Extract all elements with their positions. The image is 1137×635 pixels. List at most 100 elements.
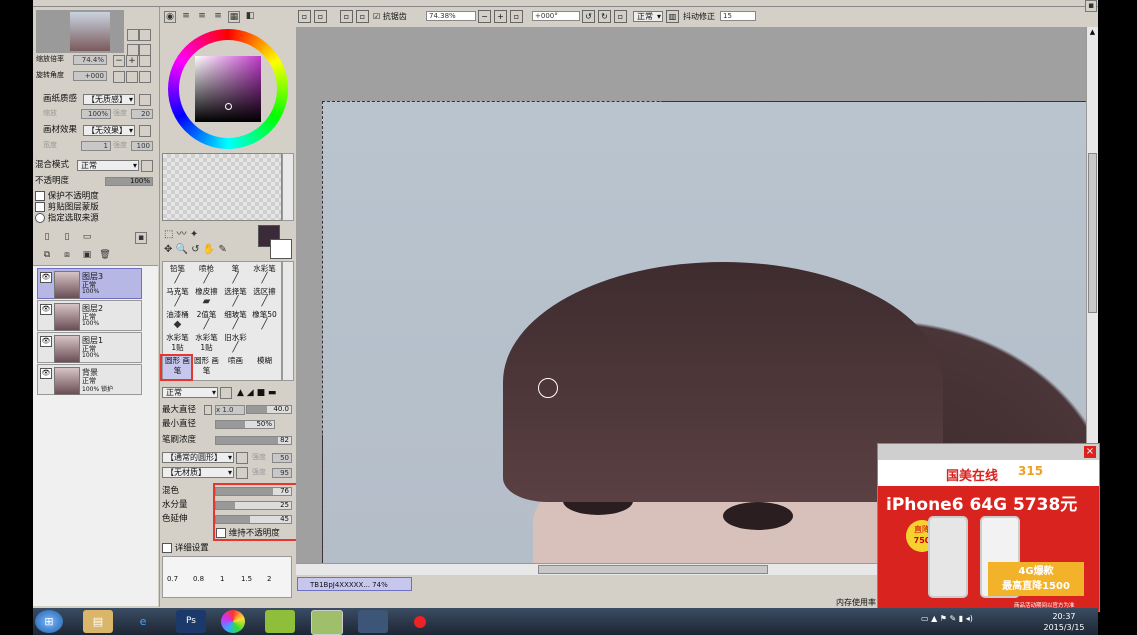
swatch-mode-icon[interactable]: ▦ xyxy=(228,11,240,23)
rgb-slider-mode-icon[interactable]: ≡ xyxy=(180,11,192,23)
tool-round-brush-2[interactable]: 圆形 画笔 xyxy=(192,356,221,379)
tool-old-watercolor[interactable]: 旧水彩 ╱ xyxy=(221,333,250,356)
zoom-out-icon[interactable]: − xyxy=(478,10,491,23)
eye-icon[interactable]: 👁 xyxy=(40,272,52,283)
tool-binary-pen[interactable]: 2值笔 ╱ xyxy=(192,310,221,333)
color-bar-mode-icon[interactable]: ≡ xyxy=(212,11,224,23)
tool-watercolor-3[interactable]: 水彩笔 1贴 xyxy=(192,333,221,356)
lasso-icon[interactable]: 〰 xyxy=(177,229,187,240)
flip-icon[interactable]: ▥ xyxy=(666,10,679,23)
rotate-reset-button[interactable] xyxy=(139,71,151,83)
paper-strength-field[interactable]: 20 xyxy=(131,109,153,119)
copy-layer-icon[interactable]: ⧉ xyxy=(41,250,53,262)
rotate-right-button[interactable] xyxy=(126,71,138,83)
advanced-checkbox[interactable]: 详细设置 xyxy=(162,543,209,554)
navigator-btn-2[interactable] xyxy=(139,29,151,41)
color-wheel-mode-icon[interactable]: ◉ xyxy=(164,11,176,23)
tool-spray[interactable]: 喷画 xyxy=(221,356,250,379)
eye-icon[interactable]: 👁 xyxy=(40,336,52,347)
window-corner-button[interactable]: ▪ xyxy=(1085,0,1097,12)
ad-popup[interactable]: × 国美在线 315 iPhone6 64G 5738元 直降 750 4G爆款… xyxy=(877,443,1100,612)
layer-item[interactable]: 👁 图层2 正常 100% xyxy=(37,300,142,331)
zoom-reset-button[interactable] xyxy=(139,55,151,67)
transfer-layer-icon[interactable]: ▣ xyxy=(81,250,93,262)
paper-texture-select[interactable]: 【无质感】 xyxy=(83,94,135,105)
screen-capture-icon[interactable] xyxy=(358,610,388,633)
size-presets[interactable]: 0.7 0.8 1 1.5 2 xyxy=(162,556,292,598)
zoom-plus-button[interactable]: + xyxy=(126,55,138,67)
tool-pen-50[interactable]: 橡笔50 ╱ xyxy=(250,310,279,333)
rotate-reset-icon[interactable]: ▫ xyxy=(614,10,627,23)
brush-texture-select[interactable]: 【无材质】 xyxy=(162,467,234,478)
merge-layer-icon[interactable]: ⧈ xyxy=(61,250,73,262)
opacity-slider[interactable]: 100% xyxy=(105,177,153,186)
brush-shape-select[interactable]: 【通常的圆形】 xyxy=(162,452,234,463)
texture-strength-field[interactable]: 95 xyxy=(272,468,292,478)
file-explorer-icon[interactable]: ▤ xyxy=(83,610,113,633)
tool-select-pen[interactable]: 选择笔 ╱ xyxy=(221,287,250,310)
rotate-ccw-icon[interactable]: ↺ xyxy=(582,10,595,23)
layer-panel-option-icon[interactable]: ▪ xyxy=(135,232,147,244)
invert-select-icon[interactable]: ▫ xyxy=(314,10,327,23)
clock[interactable]: 20:37 2015/3/15 xyxy=(1035,611,1093,633)
shape-strength-field[interactable]: 50 xyxy=(272,453,292,463)
record-icon[interactable] xyxy=(405,610,435,633)
paper-scale-field[interactable]: 100% xyxy=(81,109,111,119)
blend-mode-select[interactable]: 正常 xyxy=(77,160,139,171)
new-folder-icon[interactable]: ▭ xyxy=(81,232,93,244)
color-app-icon[interactable] xyxy=(221,610,245,633)
file-tab[interactable]: TB1BpJ4XXXXX... 74% xyxy=(297,577,412,591)
stabilizer-select[interactable]: 15 xyxy=(720,11,756,21)
paper-texture-btn[interactable] xyxy=(139,94,151,106)
hsv-slider-mode-icon[interactable]: ≡ xyxy=(196,11,208,23)
hand-icon[interactable]: ✋ xyxy=(203,244,215,255)
rotate-cw-icon[interactable]: ↻ xyxy=(598,10,611,23)
zoom-combo[interactable]: 74.38% xyxy=(426,11,476,21)
paper-effect-strength-field[interactable]: 100 xyxy=(131,141,153,151)
tool-brush[interactable]: 笔 ╱ xyxy=(221,264,250,287)
eye-icon[interactable]: 👁 xyxy=(40,304,52,315)
photoshop-icon[interactable]: Ps xyxy=(176,610,206,633)
antialias-checkbox[interactable]: ☑ 抗锯齿 xyxy=(373,11,407,22)
scratch-pad[interactable] xyxy=(162,153,282,221)
paper-effect-btn[interactable] xyxy=(139,125,151,137)
tool-fine-pen[interactable]: 细玻笔 ╱ xyxy=(221,310,250,333)
min-size-slider[interactable]: 50% xyxy=(215,420,275,429)
brush-shape-btn[interactable] xyxy=(236,452,248,464)
move-icon[interactable]: ✥ xyxy=(164,244,172,255)
magic-wand-icon[interactable]: ✦ xyxy=(190,229,198,240)
deselect-icon[interactable]: ▫ xyxy=(298,10,311,23)
max-size-slider[interactable]: 40.0 xyxy=(246,405,292,414)
brush-shape-buttons[interactable]: ▲ ◢ ■ ▬ xyxy=(237,387,292,399)
size-preset[interactable]: 1 xyxy=(220,575,224,583)
rotate-combo[interactable]: +000° xyxy=(532,11,580,21)
zoom-in-icon[interactable]: + xyxy=(494,10,507,23)
show-select-icon[interactable]: ▫ xyxy=(340,10,353,23)
zoom-fit-icon[interactable]: ▫ xyxy=(510,10,523,23)
ad-close-button[interactable]: × xyxy=(1084,446,1096,458)
paper-effect-select[interactable]: 【无效果】 xyxy=(83,125,135,136)
navigator-thumbnail[interactable] xyxy=(36,10,124,53)
tool-watercolor-2[interactable]: 水彩笔 1贴 xyxy=(163,333,192,356)
tool-select-eraser[interactable]: 选区擦 ╱ xyxy=(250,287,279,310)
blend-mode-btn[interactable] xyxy=(141,160,153,172)
rotate-field[interactable]: +000 xyxy=(73,71,107,81)
paper-width-field[interactable]: 1 xyxy=(81,141,111,151)
selection-source-radio[interactable]: 指定选取来源 xyxy=(35,213,99,224)
tool-eraser[interactable]: 橡皮擦 ▰ xyxy=(192,287,221,310)
layer-item[interactable]: 👁 背景 正常 100% 锁护 xyxy=(37,364,142,395)
rotate-left-button[interactable] xyxy=(113,71,125,83)
internet-explorer-icon[interactable]: e xyxy=(128,610,158,633)
layer-item[interactable]: 👁 图层1 正常 100% xyxy=(37,332,142,363)
tool-pencil[interactable]: 铅笔 ╱ xyxy=(163,264,192,287)
eyedropper-icon[interactable]: ✎ xyxy=(218,244,226,255)
clip-mask-checkbox[interactable]: 剪贴图层蒙版 xyxy=(35,202,99,213)
max-size-mult-btn[interactable] xyxy=(204,405,212,415)
tool-marker[interactable]: 马克笔 ╱ xyxy=(163,287,192,310)
new-layer-set-icon[interactable]: ▯ xyxy=(61,232,73,244)
zoom-icon[interactable]: 🔍 xyxy=(176,244,188,255)
delete-layer-icon[interactable]: 🗑 xyxy=(99,250,111,262)
brush-mode-btn[interactable] xyxy=(220,387,232,399)
density-slider[interactable]: 82 xyxy=(215,436,292,445)
scratch-pad-scrollbar[interactable] xyxy=(282,153,294,221)
